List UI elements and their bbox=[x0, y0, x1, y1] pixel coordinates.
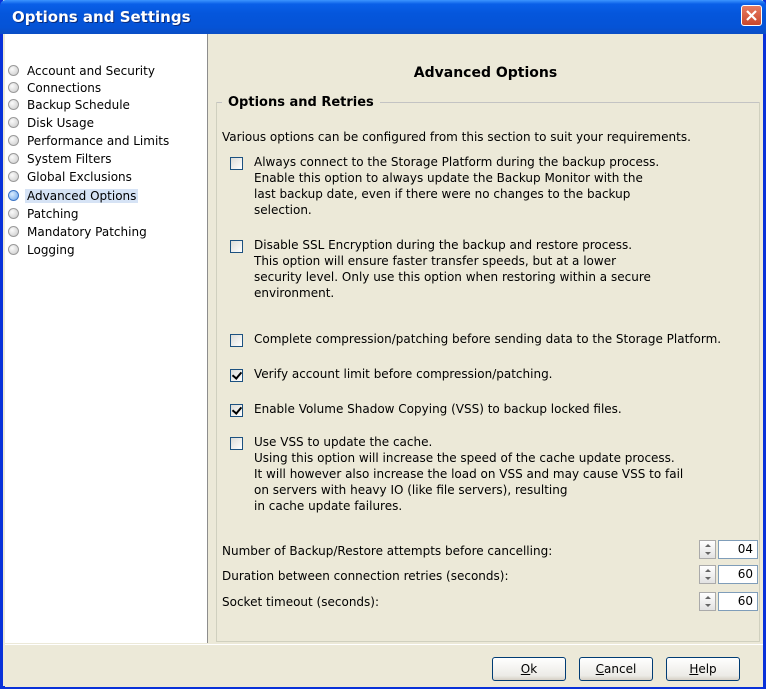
nav-item-patching[interactable]: Patching bbox=[8, 205, 81, 223]
nav-item-global-exclusions[interactable]: Global Exclusions bbox=[8, 168, 134, 186]
option-help-text: Enable this option to always update the … bbox=[254, 171, 643, 217]
nav-item-disk-usage[interactable]: Disk Usage bbox=[8, 114, 96, 132]
retry-duration-spinner[interactable]: 60 bbox=[699, 565, 758, 584]
nav-item-account-security[interactable]: Account and Security bbox=[8, 62, 157, 80]
checkbox[interactable] bbox=[230, 240, 243, 253]
settings-nav: Account and Security Connections Backup … bbox=[5, 34, 208, 643]
spin-arrows-icon[interactable] bbox=[699, 592, 716, 611]
help-button[interactable]: Help bbox=[666, 657, 740, 681]
window-title: Options and Settings bbox=[12, 8, 191, 26]
option-help-text: Using this option will increase the spee… bbox=[254, 451, 684, 513]
radio-icon bbox=[8, 65, 19, 76]
radio-selected-icon bbox=[8, 190, 19, 201]
socket-timeout-value[interactable]: 60 bbox=[718, 592, 758, 611]
radio-icon bbox=[8, 171, 19, 182]
ok-button[interactable]: Ok bbox=[492, 657, 566, 681]
section-description: Various options can be configured from t… bbox=[222, 130, 691, 144]
attempts-spinner[interactable]: 04 bbox=[699, 540, 758, 559]
option-vss-update-cache[interactable]: Use VSS to update the cache. Using this o… bbox=[230, 434, 683, 514]
checkbox[interactable] bbox=[230, 157, 243, 170]
field-label-attempts: Number of Backup/Restore attempts before… bbox=[222, 544, 553, 558]
nav-item-connections[interactable]: Connections bbox=[8, 79, 103, 97]
option-always-connect[interactable]: Always connect to the Storage Platform d… bbox=[230, 154, 659, 218]
radio-icon bbox=[8, 117, 19, 128]
option-help-text: This option will ensure faster transfer … bbox=[254, 254, 651, 300]
retry-duration-value[interactable]: 60 bbox=[718, 565, 758, 584]
cancel-button[interactable]: Cancel bbox=[579, 657, 653, 681]
socket-timeout-spinner[interactable]: 60 bbox=[699, 592, 758, 611]
radio-icon bbox=[8, 208, 19, 219]
nav-item-advanced-options[interactable]: Advanced Options bbox=[8, 187, 139, 205]
option-verify-account-limit[interactable]: Verify account limit before compression/… bbox=[230, 366, 553, 382]
radio-icon bbox=[8, 99, 19, 110]
title-bar[interactable]: Options and Settings bbox=[0, 0, 766, 34]
radio-icon bbox=[8, 153, 19, 164]
attempts-value[interactable]: 04 bbox=[718, 540, 758, 559]
nav-item-logging[interactable]: Logging bbox=[8, 241, 77, 259]
page-title: Advanced Options bbox=[413, 65, 558, 81]
option-label: Verify account limit before compression/… bbox=[254, 367, 553, 381]
spin-arrows-icon[interactable] bbox=[699, 565, 716, 584]
close-button[interactable] bbox=[741, 5, 762, 26]
nav-item-mandatory-patching[interactable]: Mandatory Patching bbox=[8, 223, 149, 241]
option-label: Use VSS to update the cache. bbox=[254, 435, 433, 449]
nav-item-performance-limits[interactable]: Performance and Limits bbox=[8, 132, 171, 150]
nav-item-system-filters[interactable]: System Filters bbox=[8, 150, 114, 168]
checkbox-checked[interactable] bbox=[230, 369, 243, 382]
option-label: Enable Volume Shadow Copying (VSS) to ba… bbox=[254, 402, 622, 416]
radio-icon bbox=[8, 135, 19, 146]
option-label: Always connect to the Storage Platform d… bbox=[254, 155, 660, 169]
field-label-socket-timeout: Socket timeout (seconds): bbox=[222, 595, 380, 609]
option-label: Disable SSL Encryption during the backup… bbox=[254, 238, 633, 252]
option-label: Complete compression/patching before sen… bbox=[254, 332, 722, 346]
radio-icon bbox=[8, 226, 19, 237]
radio-icon bbox=[8, 82, 19, 93]
field-label-retry-duration: Duration between connection retries (sec… bbox=[222, 569, 509, 583]
close-icon bbox=[746, 10, 757, 21]
group-title: Options and Retries bbox=[222, 95, 380, 110]
checkbox-checked[interactable] bbox=[230, 404, 243, 417]
checkbox[interactable] bbox=[230, 437, 243, 450]
option-disable-ssl[interactable]: Disable SSL Encryption during the backup… bbox=[230, 237, 651, 301]
option-complete-compression[interactable]: Complete compression/patching before sen… bbox=[230, 331, 721, 347]
options-dialog: Options and Settings Account and Securit… bbox=[0, 0, 766, 689]
checkbox[interactable] bbox=[230, 334, 243, 347]
radio-icon bbox=[8, 244, 19, 255]
dialog-footer: Ok Cancel Help bbox=[5, 644, 763, 687]
settings-panel: Advanced Options Options and Retries Var… bbox=[208, 34, 763, 643]
option-enable-vss[interactable]: Enable Volume Shadow Copying (VSS) to ba… bbox=[230, 401, 622, 417]
spin-arrows-icon[interactable] bbox=[699, 540, 716, 559]
nav-item-backup-schedule[interactable]: Backup Schedule bbox=[8, 96, 132, 114]
